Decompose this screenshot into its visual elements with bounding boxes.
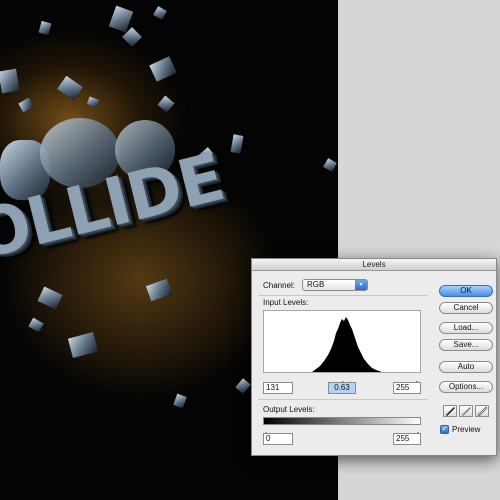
input-white-field[interactable]: 255 <box>393 382 421 394</box>
output-white-field[interactable]: 255 <box>393 433 421 445</box>
shard-shape <box>28 317 44 333</box>
shard-shape <box>230 134 244 154</box>
input-slider-track[interactable] <box>263 375 422 388</box>
input-black-field[interactable]: 131 <box>263 382 293 394</box>
histogram-shape <box>312 317 382 372</box>
dialog-title[interactable]: Levels <box>252 259 496 271</box>
histogram <box>263 310 421 373</box>
output-levels-label: Output Levels: <box>263 405 315 414</box>
group-divider <box>258 399 428 400</box>
shard-shape <box>153 6 167 20</box>
channel-label: Channel: <box>263 281 296 290</box>
shard-shape <box>0 68 20 94</box>
shard-shape <box>18 97 34 113</box>
chevron-updown-icon: ▾ <box>355 280 367 290</box>
white-eyedropper-icon[interactable] <box>475 405 489 417</box>
preview-label: Preview <box>452 425 481 434</box>
shard-shape <box>149 56 177 82</box>
shard-shape <box>37 286 63 310</box>
output-black-field[interactable]: 0 <box>263 433 293 445</box>
cancel-button[interactable]: Cancel <box>439 302 493 314</box>
shard-shape <box>145 278 173 302</box>
shard-shape <box>173 393 187 409</box>
input-levels-label: Input Levels: <box>263 298 309 307</box>
output-gradient-bar <box>263 417 421 425</box>
shard-shape <box>38 20 52 36</box>
options-button[interactable]: Options... <box>439 381 493 393</box>
shard-shape <box>57 75 83 101</box>
load-button[interactable]: Load... <box>439 322 493 334</box>
output-slider-track[interactable] <box>263 426 422 439</box>
channel-value: RGB <box>307 280 325 289</box>
shard-shape <box>157 95 175 113</box>
save-button[interactable]: Save... <box>439 339 493 351</box>
shard-shape <box>235 378 251 394</box>
levels-dialog: Levels Channel: RGB ▾ Input Levels: 131 … <box>251 258 497 456</box>
black-eyedropper-icon[interactable] <box>443 405 457 417</box>
ok-button[interactable]: OK <box>439 285 493 297</box>
histogram-graph <box>312 317 382 372</box>
channel-select[interactable]: RGB ▾ <box>302 279 368 291</box>
auto-button[interactable]: Auto <box>439 361 493 373</box>
check-icon: ✓ <box>441 426 448 433</box>
shard-shape <box>67 331 99 359</box>
shard-shape <box>86 96 100 108</box>
group-divider <box>258 295 428 296</box>
input-gamma-field[interactable]: 0.63 <box>328 382 356 394</box>
preview-checkbox[interactable]: ✓ <box>440 425 449 434</box>
shard-shape <box>323 158 337 172</box>
gray-eyedropper-icon[interactable] <box>459 405 473 417</box>
